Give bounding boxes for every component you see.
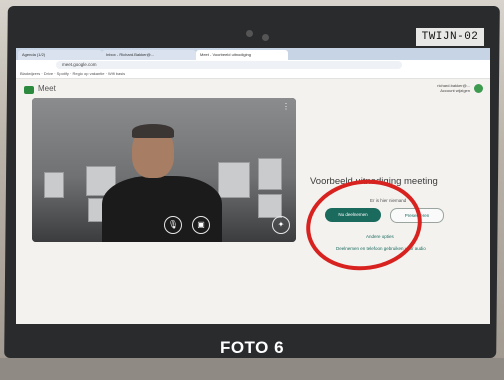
photo-caption: FOTO 6 [219, 338, 285, 357]
effects-icon[interactable]: ✦ [272, 216, 290, 234]
address-bar: meet.google.com [16, 60, 490, 70]
webcam-icon [246, 30, 253, 37]
url-field[interactable]: meet.google.com [56, 61, 402, 69]
wall-frame [44, 172, 64, 198]
wall-frame [218, 162, 250, 198]
account-switch-link[interactable]: Account wijzigen [437, 88, 470, 93]
app-title: Meet [38, 84, 56, 93]
meet-logo-icon [24, 86, 34, 94]
account-info[interactable]: richard.bakker@... Account wijzigen [437, 83, 470, 93]
microphone-icon[interactable]: 🎙 [164, 216, 182, 234]
laptop-base [0, 358, 504, 380]
browser-tab[interactable]: Agenda (1/2) [18, 50, 102, 60]
webcam-light-icon [262, 34, 269, 41]
browser-tabbar: Agenda (1/2) Inbox - Richard.Bakker@... … [16, 48, 490, 60]
video-preview: ⋮ 🎙 ▣ ✦ [32, 98, 296, 242]
wall-frame [258, 194, 282, 218]
wall-frame [258, 158, 282, 190]
person-hair [132, 124, 174, 138]
bookmarks-bar[interactable]: Bladwijzers · Drive · Spotify · Regio op… [16, 70, 490, 79]
more-options-icon[interactable]: ⋮ [282, 102, 290, 111]
browser-tab-active[interactable]: Meet - Voorbeeld uitnodiging [196, 50, 288, 60]
browser-tab[interactable]: Inbox - Richard.Bakker@... [102, 50, 196, 60]
asset-label: TWIJN-02 [416, 28, 484, 46]
camera-icon[interactable]: ▣ [192, 216, 210, 234]
avatar[interactable] [474, 84, 483, 93]
